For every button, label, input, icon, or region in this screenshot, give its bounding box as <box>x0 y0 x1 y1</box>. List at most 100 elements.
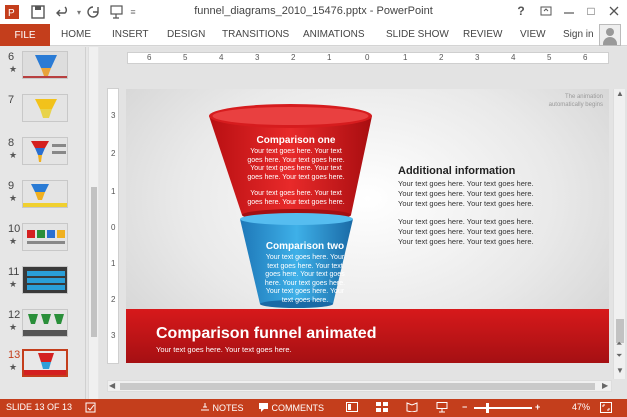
slide-thumbnail-13[interactable] <box>22 349 68 377</box>
title-banner[interactable]: Comparison funnel animated Your text goe… <box>126 309 609 363</box>
scroll-down-arrow-icon[interactable]: ▼ <box>616 366 624 375</box>
ribbon-display-options-icon[interactable] <box>536 2 556 20</box>
thumbnail-number: 11 <box>8 266 20 278</box>
funnel-top-text: Comparison one Your text goes here. Your… <box>246 135 346 207</box>
help-icon[interactable]: ? <box>511 2 531 20</box>
slide-thumbnail-7[interactable] <box>22 94 68 122</box>
customize-toolbar-icon[interactable]: ≡ <box>124 3 142 21</box>
ruler-label: 2 <box>439 53 444 62</box>
next-slide-icon[interactable]: ⏷ <box>616 351 622 361</box>
status-bar: SLIDE 13 OF 13 NOTES COMMENTS − + 47% <box>0 399 627 417</box>
slide-thumbnail-8[interactable] <box>22 137 68 165</box>
ruler-label: 3 <box>111 111 116 120</box>
svg-text:P: P <box>8 8 15 19</box>
slide-thumbnail-10[interactable] <box>22 223 68 251</box>
ruler-label: 1 <box>403 53 408 62</box>
ruler-label: 6 <box>147 53 152 62</box>
funnel-bottom-text: Comparison two Your text goes here. Your… <box>260 241 350 305</box>
previous-slide-icon[interactable]: ⏶ <box>616 339 622 349</box>
funnel-top-rim-inner <box>212 107 369 125</box>
ruler-label: 5 <box>183 53 188 62</box>
animation-star-icon: ★ <box>9 193 18 203</box>
slide-thumbnail-9[interactable] <box>22 180 68 208</box>
thumbnails-scrollbar[interactable] <box>88 47 98 399</box>
additional-info-paragraph: Your text goes here. Your text goes here… <box>398 217 534 246</box>
save-icon[interactable] <box>29 3 47 21</box>
tab-design[interactable]: DESIGN <box>167 29 205 40</box>
slide-title: Comparison funnel animated <box>156 325 377 342</box>
spelling-check-icon[interactable] <box>85 402 96 415</box>
ruler-label: 1 <box>111 187 116 196</box>
ruler-label: 5 <box>547 53 552 62</box>
horizontal-scroll-thumb[interactable] <box>120 383 595 390</box>
tab-insert[interactable]: INSERT <box>112 29 149 40</box>
tab-home[interactable]: HOME <box>61 29 91 40</box>
tab-animations[interactable]: ANIMATIONS <box>303 29 364 40</box>
notes-label: NOTES <box>212 403 244 413</box>
zoom-in-icon[interactable]: + <box>535 402 540 412</box>
ribbon-tabs: FILE HOME INSERT DESIGN TRANSITIONS ANIM… <box>0 24 627 46</box>
scroll-up-arrow-icon[interactable]: ▲ <box>616 89 624 98</box>
additional-info-title: Additional information <box>398 165 516 177</box>
slide-sorter-view-icon[interactable] <box>376 402 388 414</box>
ruler-label: 2 <box>291 53 296 62</box>
ruler-label: 6 <box>583 53 588 62</box>
avatar[interactable] <box>599 24 621 46</box>
tab-view[interactable]: VIEW <box>520 29 546 40</box>
slide-thumbnail-11[interactable] <box>22 266 68 294</box>
slide-vertical-scrollbar[interactable]: ▲ ⏶ ⏷ ▼ <box>613 89 625 379</box>
animation-star-icon: ★ <box>9 322 18 332</box>
animation-note-line: The animation <box>564 94 603 100</box>
ruler-label: 1 <box>327 53 332 62</box>
ruler-label: 1 <box>111 259 116 268</box>
ruler-label: 4 <box>511 53 516 62</box>
additional-info-paragraph: Your text goes here. Your text goes here… <box>398 179 534 208</box>
fit-to-window-icon[interactable] <box>600 402 612 415</box>
scroll-right-arrow-icon[interactable]: ▶ <box>602 381 608 390</box>
scroll-left-arrow-icon[interactable]: ◀ <box>109 381 115 390</box>
thumbnails-scroll-thumb[interactable] <box>91 187 97 337</box>
animation-star-icon: ★ <box>9 64 18 74</box>
slide-horizontal-scrollbar[interactable]: ◀ ▶ <box>107 380 612 392</box>
slide-thumbnail-6[interactable] <box>22 51 68 79</box>
funnel-bottom-body: Your text goes here. Your text goes here… <box>264 254 346 304</box>
tab-transitions[interactable]: TRANSITIONS <box>222 29 289 40</box>
animation-star-icon: ★ <box>9 279 18 289</box>
redo-icon[interactable] <box>84 3 102 21</box>
comments-label: COMMENTS <box>271 403 325 413</box>
ruler-label: 2 <box>111 295 116 304</box>
normal-view-icon[interactable] <box>346 402 358 414</box>
slideshow-view-icon[interactable] <box>436 402 448 415</box>
comments-button[interactable]: COMMENTS <box>258 402 324 413</box>
ruler-label: 0 <box>365 53 370 62</box>
slide-canvas[interactable]: The animation automatically begins Compa… <box>126 89 609 363</box>
thumbnail-number: 12 <box>8 309 21 321</box>
animation-note-line: automatically begins <box>548 102 603 108</box>
restore-icon[interactable]: □ <box>581 2 601 20</box>
funnel-top-body: Your text goes here. Your text goes here… <box>247 148 345 181</box>
notes-button[interactable]: NOTES <box>200 402 244 413</box>
thumbnail-number: 8 <box>8 137 15 149</box>
reading-view-icon[interactable] <box>406 402 418 414</box>
funnel-top-title: Comparison one <box>256 135 336 146</box>
zoom-slider[interactable] <box>474 407 532 409</box>
additional-info-box[interactable]: Additional information Your text goes he… <box>398 165 534 255</box>
thumbnail-number: 7 <box>8 94 15 106</box>
sign-in-link[interactable]: Sign in <box>563 29 594 40</box>
ruler-label: 3 <box>111 331 116 340</box>
minimize-icon[interactable] <box>559 2 579 20</box>
close-icon[interactable] <box>604 2 624 20</box>
zoom-out-icon[interactable]: − <box>462 402 467 412</box>
zoom-slider-knob[interactable] <box>486 403 489 413</box>
tab-review[interactable]: REVIEW <box>463 29 502 40</box>
ruler-label: 4 <box>219 53 224 62</box>
ruler-label: 0 <box>111 223 116 232</box>
slide-thumbnail-12[interactable] <box>22 309 68 337</box>
vertical-ruler: 3 2 1 0 1 2 3 <box>107 88 119 364</box>
powerpoint-logo-icon: P <box>4 3 22 21</box>
horizontal-ruler: 6 5 4 3 2 1 0 1 2 3 4 5 6 <box>127 52 609 64</box>
tab-slide-show[interactable]: SLIDE SHOW <box>386 29 449 40</box>
tab-file[interactable]: FILE <box>0 24 50 46</box>
thumbnail-number: 9 <box>8 180 15 192</box>
zoom-level[interactable]: 47% <box>572 402 590 412</box>
